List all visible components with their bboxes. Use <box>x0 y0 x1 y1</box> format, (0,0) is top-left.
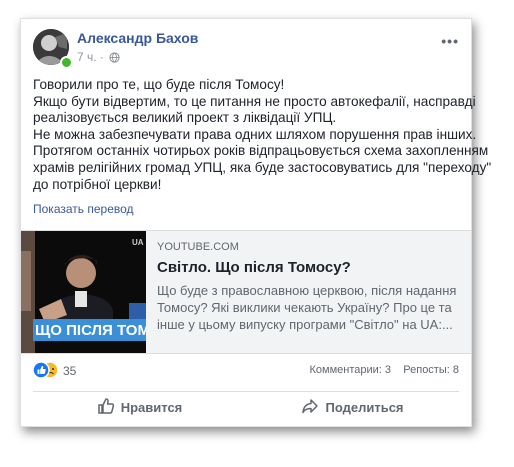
more-options-icon[interactable]: ••• <box>441 33 459 49</box>
reposts-count[interactable]: Репосты: 8 <box>403 364 459 376</box>
reactions[interactable] <box>32 361 61 382</box>
comment-repost-counts: Комментарии: 3 Репосты: 8 <box>310 364 459 376</box>
comments-count[interactable]: Комментарии: 3 <box>310 364 392 376</box>
post-header: Александр Бахов 7 ч. · ••• <box>33 29 459 69</box>
link-description-line: Що буде з православною церквою, після на… <box>157 283 457 298</box>
share-arrow-icon <box>301 397 325 418</box>
post-text-line: до потрібної церкви! <box>33 176 162 192</box>
post-text-line: реалізовується великий проект з ліквідац… <box>33 110 337 126</box>
link-info: YOUTUBE.COM Світло. Що після Томосу? Що … <box>157 241 461 333</box>
post-meta: 7 ч. · <box>77 50 120 66</box>
post-text-line: Говорили про те, що буде після Томосу! <box>33 77 285 92</box>
translate-link[interactable]: Показать перевод <box>33 202 134 216</box>
author-name[interactable]: Александр Бахов <box>77 30 198 46</box>
post-text: Говорили про те, що буде після Томосу! Я… <box>33 77 492 193</box>
globe-icon <box>109 52 120 66</box>
post-text-line: Протягом останніх чотирьох років відпрац… <box>33 143 489 159</box>
post-text-line: Не можна забезпечувати права одних шляхо… <box>33 126 477 142</box>
like-label: Нравится <box>120 399 183 415</box>
link-title[interactable]: Світло. Що після Томосу? <box>157 259 461 276</box>
post-text-line: Якщо бути відвертим, то це питання не пр… <box>33 93 476 109</box>
thumbs-up-icon <box>97 397 121 418</box>
link-description-line: інше у цьому випуску програми "Світло" н… <box>157 317 453 332</box>
share-button[interactable]: Поделиться <box>246 392 459 422</box>
reaction-count[interactable]: 35 <box>63 364 76 378</box>
link-description: Що буде з православною церквою, після на… <box>157 282 461 333</box>
online-status-dot <box>60 56 73 69</box>
share-label: Поделиться <box>325 399 404 415</box>
post-actions: Нравится Поделиться <box>33 391 459 422</box>
link-preview[interactable]: ЩО ПІСЛЯ ТОМ UA YOUTUBE.COM Світло. Що п… <box>21 230 471 354</box>
post-card: Александр Бахов 7 ч. · ••• Говорили про … <box>20 18 492 427</box>
link-description-line: Томосу? Які виклики чекають Україну? Про… <box>157 300 452 315</box>
post-text-line: храмів релігійних громад УПЦ, яка буде з… <box>33 159 492 175</box>
link-domain: YOUTUBE.COM <box>157 241 239 253</box>
post-stats: 35 Комментарии: 3 Репосты: 8 <box>32 359 459 382</box>
like-button[interactable]: Нравится <box>33 392 246 422</box>
video-thumbnail[interactable]: ЩО ПІСЛЯ ТОМ UA <box>21 231 146 353</box>
channel-logo: UA <box>132 238 144 247</box>
thumbnail-caption: ЩО ПІСЛЯ ТОМ <box>35 322 146 339</box>
post-time[interactable]: 7 ч. · <box>77 50 104 64</box>
